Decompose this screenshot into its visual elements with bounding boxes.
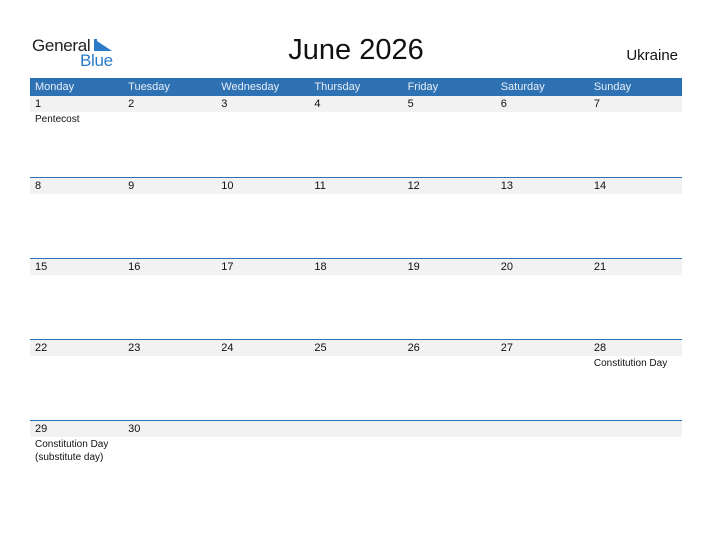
- day-number: 4: [314, 98, 321, 110]
- holiday-label: [123, 112, 216, 126]
- day-number: 5: [407, 98, 414, 110]
- holiday-label: [216, 112, 309, 126]
- holiday-label: [496, 275, 589, 276]
- weekday-tuesday: Tuesday: [128, 81, 170, 93]
- day-number: 30: [128, 423, 141, 435]
- holiday-label: [589, 194, 682, 195]
- holiday-label: [309, 194, 402, 195]
- holiday-label: [123, 356, 216, 370]
- weekday-header: Monday Tuesday Wednesday Thursday Friday…: [30, 78, 682, 96]
- date-strip: 1 2 3 4 5 6 7: [30, 96, 682, 112]
- holiday-label: [216, 275, 309, 276]
- events-row: Constitution Day: [30, 356, 682, 370]
- holiday-label: [496, 356, 589, 370]
- holiday-label: [496, 437, 589, 464]
- weekday-thursday: Thursday: [314, 81, 361, 93]
- day-number: [216, 421, 309, 437]
- day-number: 26: [407, 342, 420, 354]
- day-number: 19: [407, 261, 420, 273]
- week-row: 22 23 24 25 26 27 28 Constitution Day: [30, 339, 682, 420]
- date-strip: 8 9 10 11 12 13 14: [30, 178, 682, 194]
- holiday-label: [309, 437, 402, 464]
- holiday-label: [403, 437, 496, 464]
- day-number: 12: [407, 180, 420, 192]
- weeks-container: 1 2 3 4 5 6 7 Pentecost 8 9 10 11 12 13 14 15 16 17 18 19 20…: [30, 96, 682, 501]
- holiday-label: [216, 194, 309, 195]
- day-number: 20: [500, 261, 513, 273]
- date-strip: 22 23 24 25 26 27 28: [30, 340, 682, 356]
- day-number: [309, 421, 402, 437]
- week-row: 8 9 10 11 12 13 14: [30, 177, 682, 258]
- day-number: 22: [35, 342, 48, 354]
- day-number: 18: [314, 261, 327, 273]
- holiday-label: [309, 112, 402, 126]
- day-number: 7: [593, 98, 600, 110]
- holiday-label: Constitution Day: [593, 358, 668, 369]
- week-row: 29 30 Constitution Day (substitute day): [30, 420, 682, 501]
- holiday-label: [403, 112, 496, 126]
- calendar-grid: Monday Tuesday Wednesday Thursday Friday…: [30, 78, 682, 501]
- day-number: [496, 421, 589, 437]
- day-number: 6: [500, 98, 507, 110]
- weekday-friday: Friday: [407, 81, 439, 93]
- day-number: 17: [221, 261, 234, 273]
- day-number: [589, 421, 682, 437]
- holiday-label: [123, 437, 216, 464]
- day-number: 2: [128, 98, 135, 110]
- holiday-label: [123, 275, 216, 276]
- holiday-label: [309, 275, 402, 276]
- holiday-label: Constitution Day (substitute day): [35, 439, 109, 463]
- weekday-monday: Monday: [35, 81, 75, 93]
- day-number: 14: [593, 180, 607, 192]
- holiday-label: [216, 356, 309, 370]
- day-number: 13: [500, 180, 513, 192]
- holiday-label: [496, 194, 589, 195]
- week-row: 1 2 3 4 5 6 7 Pentecost: [30, 96, 682, 177]
- holiday-label: [589, 112, 682, 126]
- week-row: 15 16 17 18 19 20 21: [30, 258, 682, 339]
- day-number: 27: [500, 342, 513, 354]
- holiday-label: [30, 275, 123, 276]
- day-number: 8: [35, 180, 42, 192]
- date-strip: 29 30: [30, 421, 682, 437]
- holiday-label: [589, 275, 682, 276]
- holiday-label: [589, 437, 682, 464]
- events-row: Pentecost: [30, 112, 682, 126]
- day-number: 16: [128, 261, 141, 273]
- day-number: 15: [35, 261, 48, 273]
- day-number: 28: [593, 342, 607, 354]
- calendar-title: June 2026: [288, 34, 424, 66]
- events-row: [30, 194, 682, 195]
- day-number: 25: [314, 342, 327, 354]
- holiday-label: [403, 356, 496, 370]
- events-row: Constitution Day (substitute day): [30, 437, 682, 464]
- events-row: [30, 275, 682, 276]
- day-number: 23: [128, 342, 141, 354]
- day-number: 24: [221, 342, 234, 354]
- day-number: 29: [35, 423, 48, 435]
- holiday-label: [216, 437, 309, 464]
- day-number: 11: [314, 180, 326, 192]
- day-number: 10: [221, 180, 234, 192]
- day-number: [403, 421, 496, 437]
- holiday-label: [123, 194, 216, 195]
- day-number: 1: [35, 98, 42, 110]
- holiday-label: [403, 194, 496, 195]
- day-number: 21: [593, 261, 607, 273]
- holiday-label: [309, 356, 402, 370]
- date-strip: 15 16 17 18 19 20 21: [30, 259, 682, 275]
- country-label: Ukraine: [626, 47, 678, 64]
- day-number: 9: [128, 180, 135, 192]
- holiday-label: [30, 194, 123, 195]
- weekday-sunday: Sunday: [593, 81, 632, 93]
- holiday-label: Pentecost: [35, 114, 80, 125]
- weekday-wednesday: Wednesday: [221, 81, 280, 93]
- weekday-saturday: Saturday: [500, 81, 545, 93]
- holiday-label: [403, 275, 496, 276]
- holiday-label: [30, 356, 123, 370]
- holiday-label: [496, 112, 589, 126]
- day-number: 3: [221, 98, 228, 110]
